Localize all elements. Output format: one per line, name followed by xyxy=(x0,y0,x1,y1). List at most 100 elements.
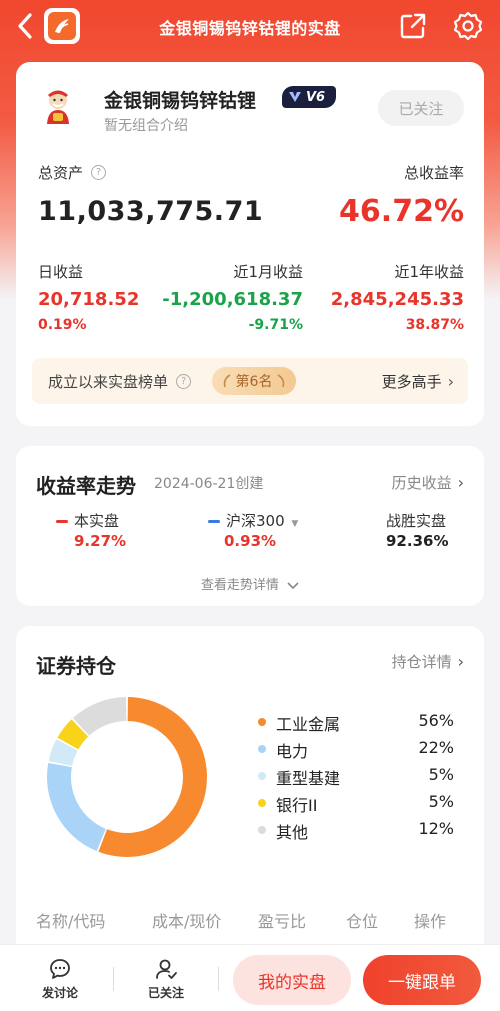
more-experts-link[interactable]: 更多高手 › xyxy=(382,371,454,392)
trend-title: 收益率走势 xyxy=(36,474,136,498)
followed-tab-button[interactable]: 已关注 xyxy=(136,957,196,1001)
legend-csi300[interactable]: 沪深300 ▼ xyxy=(208,510,298,531)
legend-label: 银行II xyxy=(276,796,318,815)
rank-badge: 第6名 xyxy=(212,367,296,395)
legend-this-portfolio-label: 本实盘 xyxy=(74,512,120,530)
holdings-card: 证券持仓 持仓详情 › 工业金属 56% 电力 22% 重型基建 5% 银行II 5% 其他 12… xyxy=(16,626,484,956)
help-icon[interactable]: ? xyxy=(176,374,192,389)
discuss-button[interactable]: 发讨论 xyxy=(30,957,90,1001)
view-trend-details-link[interactable]: 查看走势详情 xyxy=(16,574,484,593)
laurel-right-icon xyxy=(278,374,285,388)
total-return-value: 46.72% xyxy=(339,194,464,229)
holdings-title: 证券持仓 xyxy=(36,654,116,678)
avatar[interactable] xyxy=(38,86,78,126)
legend-label: 重型基建 xyxy=(276,769,341,788)
legend-percent: 5% xyxy=(428,765,454,784)
holdings-donut-chart xyxy=(46,697,208,857)
beat-portfolios-label: 战胜实盘 xyxy=(386,512,447,530)
chevron-right-icon: › xyxy=(457,652,464,671)
laurel-left-icon xyxy=(223,374,230,388)
back-arrow-icon[interactable] xyxy=(10,10,40,42)
app-logo-icon[interactable] xyxy=(44,8,80,44)
account-summary-card: 金银铜锡钨锌钴锂 V6 暂无组合介绍 已关注 总资产 ? 11,033,775.… xyxy=(16,62,484,426)
holdings-details-link[interactable]: 持仓详情 › xyxy=(392,651,464,672)
month-return-label: 近1月收益 xyxy=(233,263,303,281)
legend-percent: 22% xyxy=(418,738,454,757)
ranking-bar[interactable]: 成立以来实盘榜单 ? 第6名 更多高手 › xyxy=(32,358,468,404)
discuss-label: 发讨论 xyxy=(41,986,78,1000)
legend-dot-icon xyxy=(258,826,266,834)
total-assets-label-group: 总资产 ? xyxy=(38,162,107,183)
share-icon[interactable] xyxy=(398,11,428,41)
holdings-details-label: 持仓详情 xyxy=(391,653,452,671)
help-icon[interactable]: ? xyxy=(91,165,107,180)
col-header-action: 操作 xyxy=(414,912,447,931)
page-title: 金银铜锡钨锌钴锂的实盘 xyxy=(159,19,341,38)
portfolio-description: 暂无组合介绍 xyxy=(104,118,188,134)
chevron-down-icon xyxy=(287,581,299,589)
month-return-pct: -9.71% xyxy=(248,317,303,333)
daily-return-label: 日收益 xyxy=(38,263,84,281)
legend-csi300-label: 沪深300 xyxy=(226,512,285,530)
level-badge: V6 xyxy=(282,86,336,108)
year-return-value: 2,845,245.33 xyxy=(330,289,464,310)
this-portfolio-return: 9.27% xyxy=(74,532,127,550)
account-name: 金银铜锡钨锌钴锂 xyxy=(104,90,257,112)
one-click-follow-button[interactable]: 一键跟单 xyxy=(363,955,481,1005)
return-trend-card: 收益率走势 2024-06-21创建 历史收益 › 本实盘 9.27% 沪深30… xyxy=(16,446,484,606)
legend-dot-icon xyxy=(258,745,266,753)
beat-portfolios-value: 92.36% xyxy=(386,532,449,550)
legend-line-red-icon xyxy=(56,520,68,523)
level-badge-label: V6 xyxy=(306,89,326,105)
chevron-right-icon: › xyxy=(457,473,464,492)
total-assets-label: 总资产 xyxy=(38,164,84,182)
legend-line-blue-icon xyxy=(208,520,220,523)
month-return-value: -1,200,618.37 xyxy=(162,289,303,310)
legend-item: 其他 12% xyxy=(254,819,454,842)
col-header-position: 仓位 xyxy=(346,912,379,931)
legend-item: 工业金属 56% xyxy=(254,711,454,734)
donut-slice-1 xyxy=(46,762,106,852)
ranking-label: 成立以来实盘榜单 xyxy=(48,373,169,391)
legend-item: 电力 22% xyxy=(254,738,454,761)
year-return-pct: 38.87% xyxy=(405,317,464,333)
divider xyxy=(218,967,219,991)
chevron-right-icon: › xyxy=(447,372,454,391)
legend-percent: 56% xyxy=(418,711,454,730)
my-portfolio-button[interactable]: 我的实盘 xyxy=(233,955,351,1005)
legend-label: 工业金属 xyxy=(276,715,341,734)
history-returns-label: 历史收益 xyxy=(391,474,452,492)
col-header-name: 名称/代码 xyxy=(36,912,106,931)
created-date: 2024-06-21创建 xyxy=(154,476,264,492)
csi300-return: 0.93% xyxy=(224,532,277,550)
col-header-price: 成本/现价 xyxy=(152,912,222,931)
legend-dot-icon xyxy=(258,799,266,807)
view-trend-details-label: 查看走势详情 xyxy=(200,578,279,593)
legend-label: 其他 xyxy=(276,823,309,842)
followed-tab-label: 已关注 xyxy=(147,986,184,1000)
rank-badge-label: 第6名 xyxy=(235,374,273,390)
legend-percent: 12% xyxy=(418,819,454,838)
legend-percent: 5% xyxy=(428,792,454,811)
followed-button[interactable]: 已关注 xyxy=(378,90,464,126)
col-header-pnl: 盈亏比 xyxy=(258,912,307,931)
chat-bubble-icon xyxy=(50,959,70,979)
legend-item: 银行II 5% xyxy=(254,792,454,815)
user-check-icon xyxy=(156,959,177,979)
legend-label: 电力 xyxy=(276,742,309,761)
history-returns-link[interactable]: 历史收益 › xyxy=(392,472,464,493)
year-return-label: 近1年收益 xyxy=(394,263,464,281)
top-bar: 金银铜锡钨锌钴锂的实盘 xyxy=(0,0,500,54)
legend-dot-icon xyxy=(258,772,266,780)
total-assets-value: 11,033,775.71 xyxy=(38,196,264,227)
divider xyxy=(113,967,114,991)
legend-item: 重型基建 5% xyxy=(254,765,454,788)
daily-return-pct: 0.19% xyxy=(38,317,87,333)
level-badge-icon xyxy=(289,92,301,102)
total-return-label: 总收益率 xyxy=(403,164,464,182)
settings-gear-icon[interactable] xyxy=(452,10,484,42)
caret-down-icon: ▼ xyxy=(291,519,299,529)
more-experts-label: 更多高手 xyxy=(381,373,442,391)
ranking-label-group: 成立以来实盘榜单 ? xyxy=(48,371,192,392)
bottom-action-bar: 发讨论 已关注 我的实盘 一键跟单 xyxy=(0,944,500,1011)
